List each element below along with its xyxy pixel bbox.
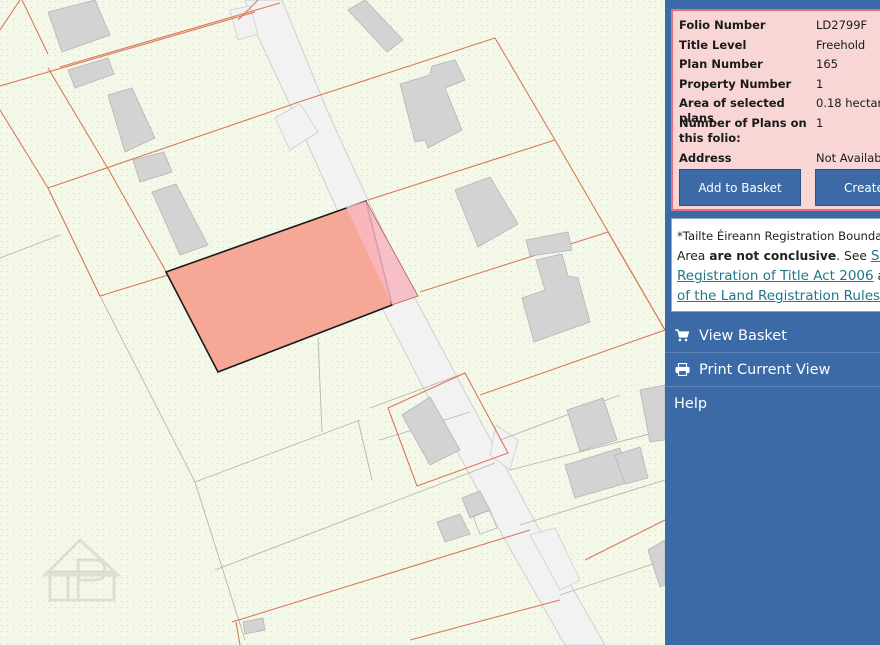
address-value: Not Availabl — [816, 151, 880, 165]
disclaimer-text: Area — [677, 249, 710, 263]
shopping-cart-icon — [674, 329, 690, 343]
view-basket-label: View Basket — [699, 327, 787, 344]
help-label: Help — [674, 396, 708, 412]
address-label: Address — [679, 151, 732, 165]
disclaimer-line-2: Area are not conclusive. See Secti — [677, 246, 880, 266]
folio-number-value: LD2799F — [816, 18, 868, 32]
map-view[interactable] — [0, 0, 665, 645]
plan-number-value: 165 — [816, 57, 838, 71]
disclaimer-line-4: of the Land Registration Rules 2 — [677, 286, 880, 306]
side-panel: Folio Number LD2799F Title Level Freehol… — [665, 0, 880, 645]
plans-count-value: 1 — [816, 116, 824, 130]
registration-rules-link[interactable]: of the Land Registration Rules 2 — [677, 288, 880, 304]
title-level-value: Freehold — [816, 38, 866, 52]
print-view-label: Print Current View — [699, 361, 831, 378]
title-level-label: Title Level — [679, 38, 747, 52]
folio-info-card: Folio Number LD2799F Title Level Freehol… — [671, 9, 880, 211]
disclaimer-emphasis: are not conclusive — [709, 249, 837, 263]
registration-act-link[interactable]: Registration of Title Act 2006 — [677, 268, 874, 284]
add-to-basket-button[interactable]: Add to Basket — [679, 169, 801, 206]
plans-count-label: Number of Plans on this folio: — [679, 116, 807, 145]
disclaimer-line-1: *Tailte Éireann Registration Bounda — [677, 229, 880, 243]
property-number-value: 1 — [816, 77, 824, 91]
disclaimer-text: ar — [874, 269, 880, 283]
map-canvas[interactable] — [0, 0, 665, 645]
view-basket-menu-item[interactable]: View Basket — [665, 319, 880, 353]
create-button[interactable]: Create — [815, 169, 880, 206]
print-view-menu-item[interactable]: Print Current View — [665, 353, 880, 387]
area-value: 0.18 hectare — [816, 96, 880, 110]
property-number-label: Property Number — [679, 77, 792, 91]
printer-icon — [674, 363, 690, 377]
section-link[interactable]: Secti — [871, 248, 880, 264]
disclaimer-box: *Tailte Éireann Registration Bounda Area… — [671, 218, 880, 312]
folio-number-label: Folio Number — [679, 18, 766, 32]
plan-number-label: Plan Number — [679, 57, 763, 71]
disclaimer-text: . See — [836, 249, 871, 263]
disclaimer-line-3: Registration of Title Act 2006 ar — [677, 266, 880, 286]
help-menu-item[interactable]: Help — [665, 387, 880, 421]
